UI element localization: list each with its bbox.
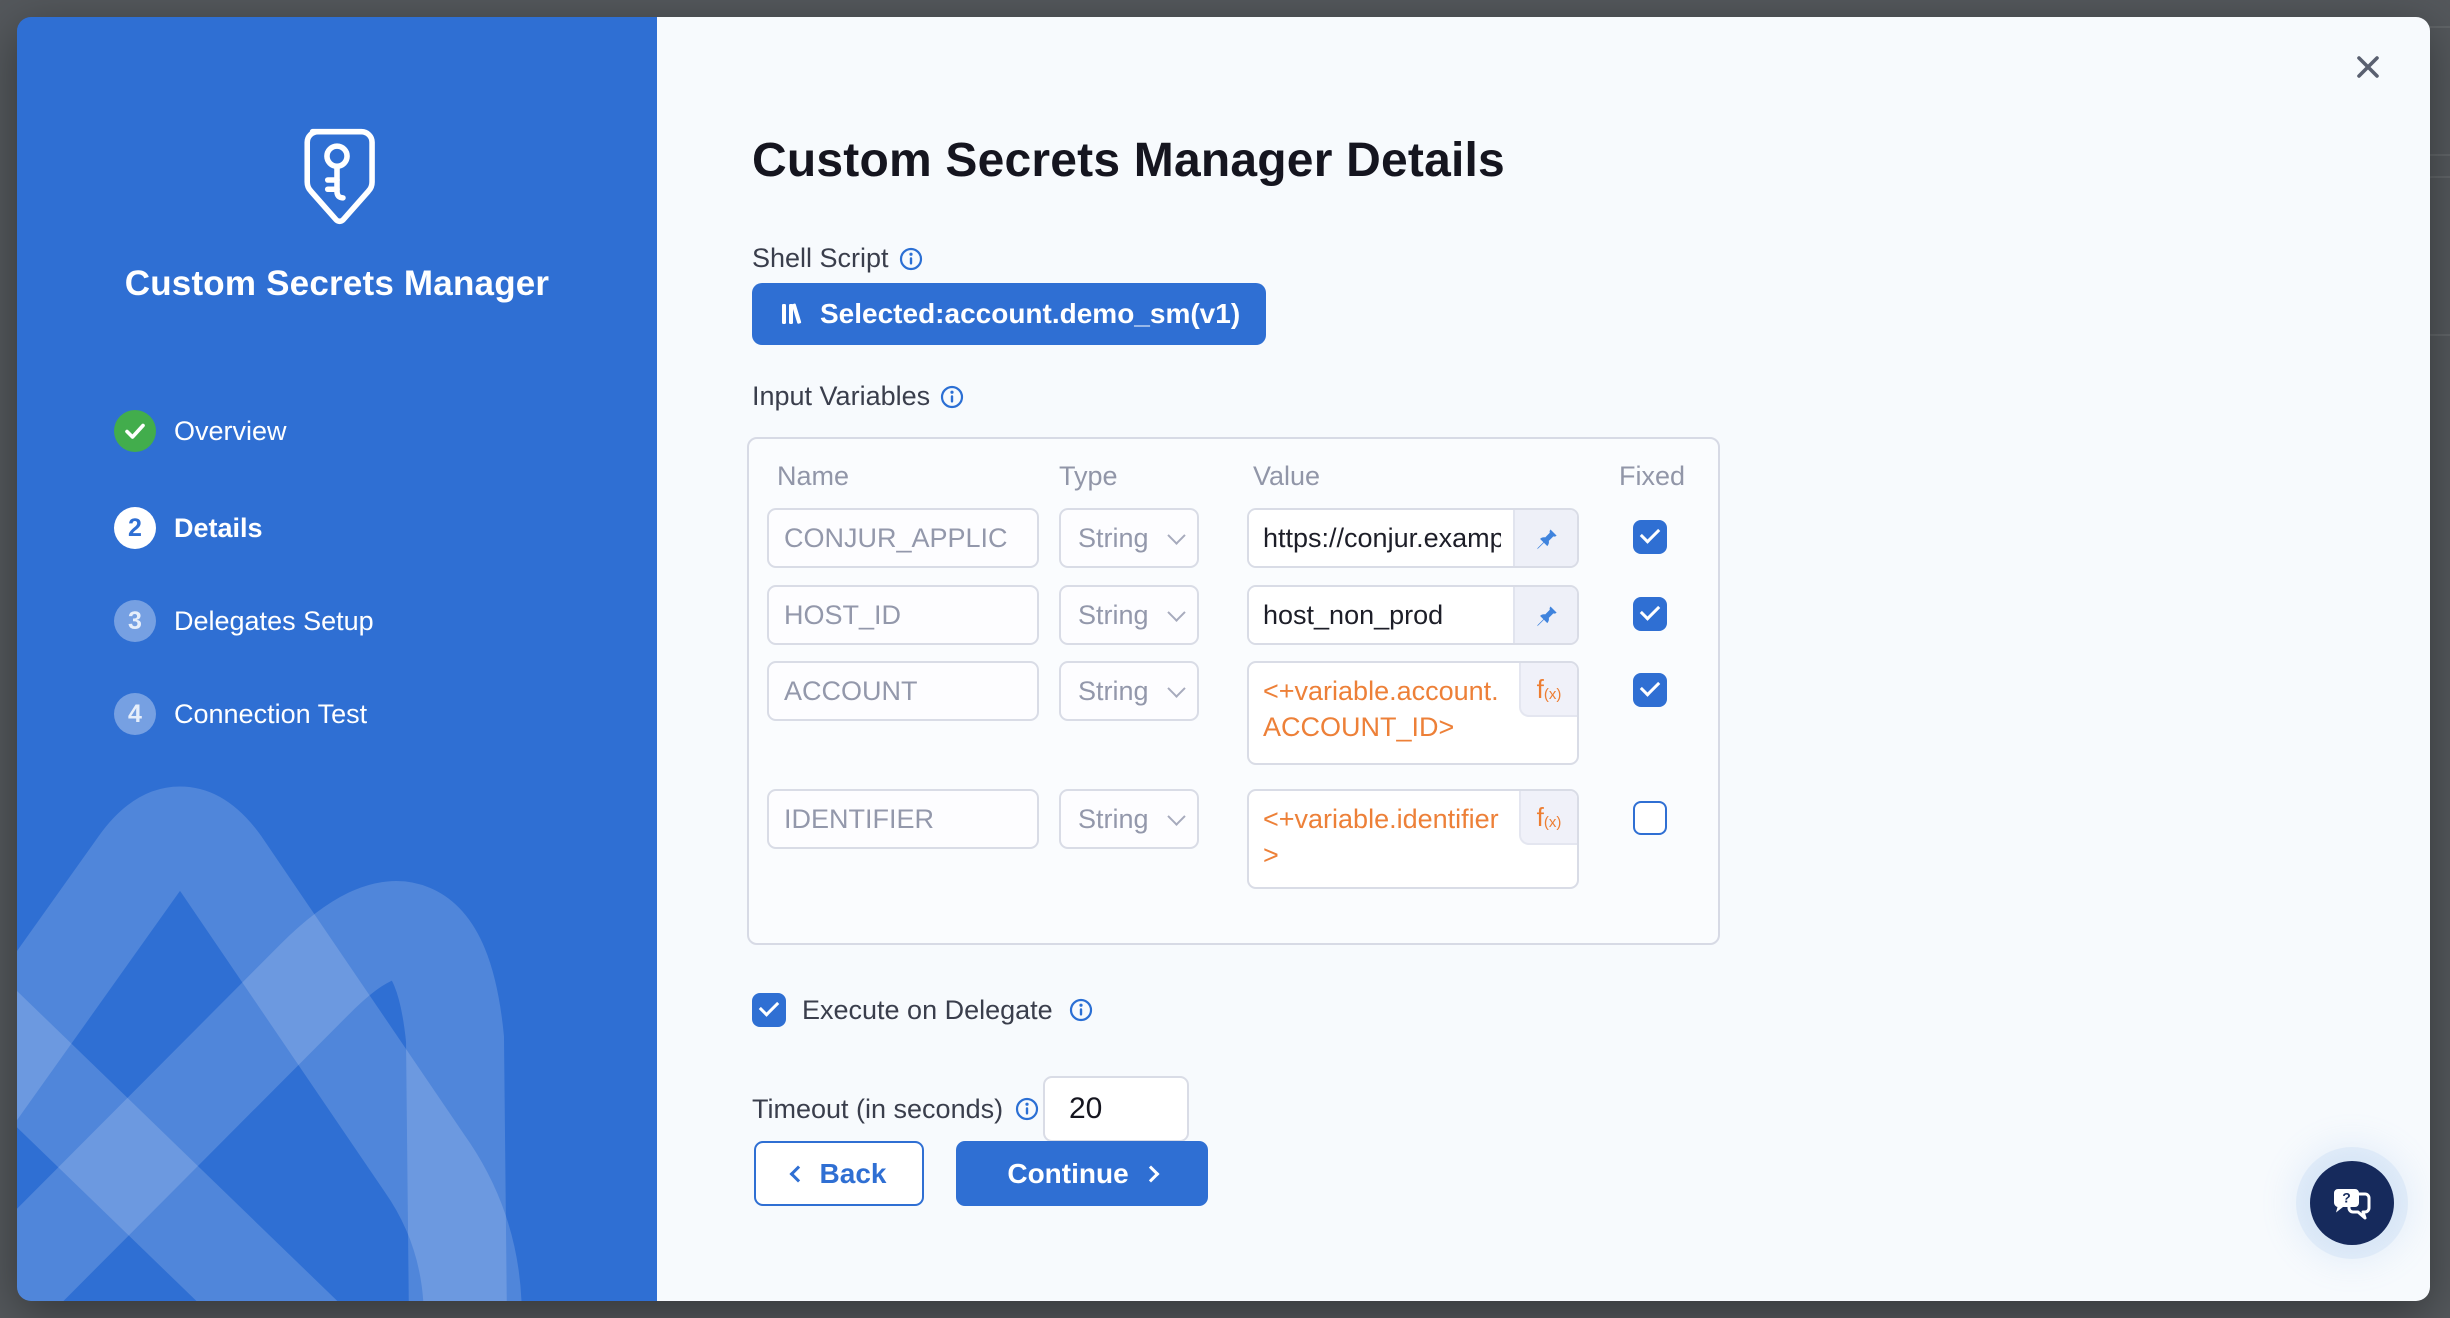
- variable-name-input[interactable]: [767, 661, 1039, 721]
- page-title: Custom Secrets Manager Details: [752, 133, 1505, 188]
- variable-value-group: [1247, 585, 1579, 645]
- fx-icon: f: [1537, 674, 1544, 705]
- variable-name-input[interactable]: [767, 789, 1039, 849]
- type-select-value: String: [1078, 804, 1149, 835]
- library-icon: [778, 300, 806, 328]
- variable-type-select[interactable]: String: [1059, 789, 1199, 849]
- variable-value-input[interactable]: [1249, 510, 1513, 566]
- wizard-title: Custom Secrets Manager: [17, 264, 657, 304]
- shell-script-selected-value: Selected:account.demo_sm(v1): [820, 298, 1240, 330]
- chevron-down-icon: [1167, 603, 1185, 621]
- variable-name-input[interactable]: [767, 508, 1039, 568]
- type-select-value: String: [1078, 676, 1149, 707]
- svg-text:?: ?: [2342, 1190, 2351, 1206]
- variable-value-group: f(x) <+variable.account.ACCOUNT_ID>: [1247, 661, 1579, 765]
- fixed-value-pin-button[interactable]: [1513, 510, 1577, 566]
- fixed-value-pin-button[interactable]: [1513, 587, 1577, 643]
- close-icon: [2354, 53, 2382, 81]
- chevron-right-icon: [1142, 1165, 1159, 1182]
- type-select-value: String: [1078, 600, 1149, 631]
- chevron-down-icon: [1167, 679, 1185, 697]
- column-header-fixed: Fixed: [1619, 461, 1685, 492]
- execute-on-delegate-row: Execute on Delegate: [752, 993, 1093, 1027]
- table-row: [767, 585, 1039, 645]
- chevron-down-icon: [1167, 807, 1185, 825]
- pin-icon: [1533, 602, 1559, 628]
- info-icon[interactable]: [1069, 998, 1093, 1022]
- variable-type-select[interactable]: String: [1059, 585, 1199, 645]
- continue-button-label: Continue: [1007, 1158, 1128, 1190]
- step-label: Delegates Setup: [174, 606, 374, 637]
- step-label: Connection Test: [174, 699, 367, 730]
- fixed-checkbox[interactable]: [1633, 673, 1667, 707]
- shell-script-label: Shell Script: [752, 243, 889, 274]
- variable-value-input[interactable]: [1249, 587, 1513, 643]
- step-label: Details: [174, 513, 263, 544]
- wizard-sidebar: Custom Secrets Manager Overview 2 Detail…: [17, 17, 657, 1301]
- fx-icon-sub: (x): [1544, 814, 1562, 831]
- step-number-badge: 4: [114, 693, 156, 735]
- wizard-nav-buttons: Back Continue: [754, 1141, 1208, 1206]
- execute-on-delegate-checkbox[interactable]: [752, 993, 786, 1027]
- chevron-down-icon: [1167, 526, 1185, 544]
- help-chat-button[interactable]: ?: [2310, 1161, 2394, 1245]
- column-header-type: Type: [1059, 461, 1118, 492]
- input-variables-table: Name Type Value Fixed String: [747, 437, 1720, 945]
- expression-fx-button[interactable]: f(x): [1519, 663, 1577, 717]
- timeout-input[interactable]: [1043, 1076, 1189, 1142]
- table-row: [767, 508, 1039, 568]
- input-variables-field-label: Input Variables: [752, 381, 964, 412]
- brand-block: Custom Secrets Manager: [17, 125, 657, 304]
- variable-type-select[interactable]: String: [1059, 508, 1199, 568]
- type-select-value: String: [1078, 523, 1149, 554]
- step-details[interactable]: 2 Details: [114, 507, 263, 549]
- info-icon[interactable]: [1015, 1097, 1039, 1121]
- details-step-panel: Custom Secrets Manager Details Shell Scr…: [657, 17, 2430, 1301]
- table-row: [767, 661, 1039, 721]
- continue-button[interactable]: Continue: [956, 1141, 1208, 1206]
- step-label: Overview: [174, 416, 287, 447]
- info-icon[interactable]: [940, 385, 964, 409]
- table-row: [767, 789, 1039, 849]
- custom-secrets-manager-wizard-dialog: Custom Secrets Manager Overview 2 Detail…: [17, 17, 2430, 1301]
- page-backdrop: Custom Secrets Manager Overview 2 Detail…: [0, 0, 2450, 1318]
- timeout-row: Timeout (in seconds): [752, 1076, 1039, 1142]
- chevron-left-icon: [789, 1165, 806, 1182]
- close-button[interactable]: [2348, 47, 2388, 87]
- variable-type-select[interactable]: String: [1059, 661, 1199, 721]
- fx-icon-sub: (x): [1544, 686, 1562, 703]
- back-button[interactable]: Back: [754, 1141, 924, 1206]
- variable-value-group: f(x) <+variable.identifier>: [1247, 789, 1579, 889]
- info-icon[interactable]: [899, 247, 923, 271]
- variable-name-input[interactable]: [767, 585, 1039, 645]
- shell-script-field-label: Shell Script: [752, 243, 923, 274]
- expression-fx-button[interactable]: f(x): [1519, 791, 1577, 845]
- column-header-value: Value: [1253, 461, 1320, 492]
- pin-icon: [1533, 525, 1559, 551]
- timeout-label: Timeout (in seconds): [752, 1094, 1003, 1125]
- step-number-badge: 2: [114, 507, 156, 549]
- fixed-checkbox[interactable]: [1633, 801, 1667, 835]
- brand-watermark: [17, 779, 657, 1301]
- step-connection-test[interactable]: 4 Connection Test: [114, 693, 367, 735]
- input-variables-label: Input Variables: [752, 381, 930, 412]
- shell-script-selected-button[interactable]: Selected:account.demo_sm(v1): [752, 283, 1266, 345]
- fixed-checkbox[interactable]: [1633, 597, 1667, 631]
- step-delegates-setup[interactable]: 3 Delegates Setup: [114, 600, 374, 642]
- step-completed-check-icon: [114, 410, 156, 452]
- execute-on-delegate-label: Execute on Delegate: [802, 995, 1053, 1026]
- variable-value-group: [1247, 508, 1579, 568]
- fixed-checkbox[interactable]: [1633, 520, 1667, 554]
- fx-icon: f: [1537, 802, 1544, 833]
- step-number-badge: 3: [114, 600, 156, 642]
- back-button-label: Back: [820, 1158, 887, 1190]
- step-overview[interactable]: Overview: [114, 410, 287, 452]
- secrets-manager-shield-key-icon: [294, 125, 380, 231]
- chat-help-icon: ?: [2329, 1180, 2375, 1226]
- column-header-name: Name: [777, 461, 849, 492]
